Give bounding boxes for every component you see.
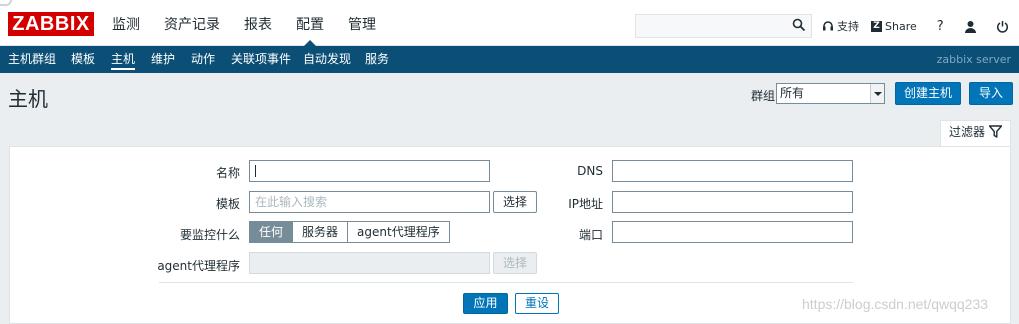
template-search-input[interactable]: 在此输入搜索 [249,191,490,213]
template-label: 模板 [215,197,240,211]
chevron-down-icon [870,84,884,103]
dns-label: DNS [577,164,603,178]
support-label: 支持 [837,20,859,33]
template-select-button[interactable]: 选择 [493,191,537,213]
proxy-label: agent代理程序 [157,259,240,273]
group-select[interactable]: 所有 [776,83,885,104]
search-icon[interactable] [792,18,806,35]
filter-tab-label: 过滤器 [949,125,986,139]
main-nav: 监测 资产记录 报表 配置 管理 [100,0,388,46]
dns-input[interactable] [612,160,853,182]
sub-nav-hosts[interactable]: 主机 [111,46,136,73]
watermark: https://blog.csdn.net/qwqq233 [802,296,989,312]
ip-input[interactable] [612,191,853,213]
import-button[interactable]: 导入 [969,82,1013,105]
apply-button[interactable]: 应用 [463,293,508,314]
main-nav-administration[interactable]: 管理 [336,0,388,46]
help-icon: ? [936,18,944,34]
logout-link[interactable] [996,20,1012,33]
group-label: 群组 [751,89,776,103]
name-input[interactable] [249,160,490,182]
power-icon [996,20,1008,33]
sub-nav-discovery[interactable]: 自动发现 [303,46,351,73]
reset-button[interactable]: 重设 [515,293,559,314]
port-input[interactable] [612,221,853,243]
header-tools: 支持 Z Share ? [822,14,1012,38]
sub-nav-host-groups[interactable]: 主机群组 [8,46,56,73]
ip-label: IP地址 [568,197,603,211]
zabbix-logo[interactable]: ZABBIX [8,12,94,36]
top-bar: ZABBIX 监测 资产记录 报表 配置 管理 支持 Z Share ? [0,0,1019,46]
help-link[interactable]: ? [937,19,944,34]
group-select-value: 所有 [780,86,805,100]
headset-icon [823,21,833,31]
page-title: 主机 [8,87,48,111]
share-z-icon: Z [871,20,882,32]
support-link[interactable]: 支持 [822,18,859,34]
share-label: Share [885,19,917,33]
sub-nav-maintenance[interactable]: 维护 [151,46,175,73]
monitored-by-any[interactable]: 任何 [250,222,293,242]
monitored-by-label: 要监控什么 [179,228,240,242]
proxy-input [249,252,490,274]
page-header: 主机 群组 所有 创建主机 导入 [0,73,1019,117]
filter-divider [159,282,853,283]
filter-tab[interactable]: 过滤器 [940,120,1011,147]
main-nav-inventory[interactable]: 资产记录 [152,0,232,46]
user-profile-link[interactable] [964,20,980,33]
sub-nav: 主机群组 模板 主机 维护 动作 关联项事件 自动发现 服务 zabbix se… [0,46,1019,73]
sub-nav-templates[interactable]: 模板 [71,46,95,73]
port-label: 端口 [578,228,603,242]
sub-nav-event-correlation[interactable]: 关联项事件 [231,46,291,73]
main-nav-monitoring[interactable]: 监测 [100,0,152,46]
text-cursor [255,165,256,177]
monitored-by-radio: 任何 服务器 agent代理程序 [249,221,450,243]
create-host-button[interactable]: 创建主机 [895,82,961,105]
proxy-select-button: 选择 [493,252,537,274]
monitored-by-proxy[interactable]: agent代理程序 [347,222,449,242]
server-name: zabbix server [936,53,1011,66]
user-icon [964,20,976,33]
filter-icon [989,125,1002,138]
sub-nav-services[interactable]: 服务 [365,46,389,73]
main-nav-configuration[interactable]: 配置 [284,0,336,46]
global-search-input[interactable] [635,14,812,38]
monitored-by-server[interactable]: 服务器 [292,222,348,242]
share-link[interactable]: Z Share [871,20,917,33]
sub-nav-actions[interactable]: 动作 [191,46,215,73]
main-nav-reports[interactable]: 报表 [232,0,284,46]
decor-arc [0,0,12,6]
name-label: 名称 [215,166,240,180]
